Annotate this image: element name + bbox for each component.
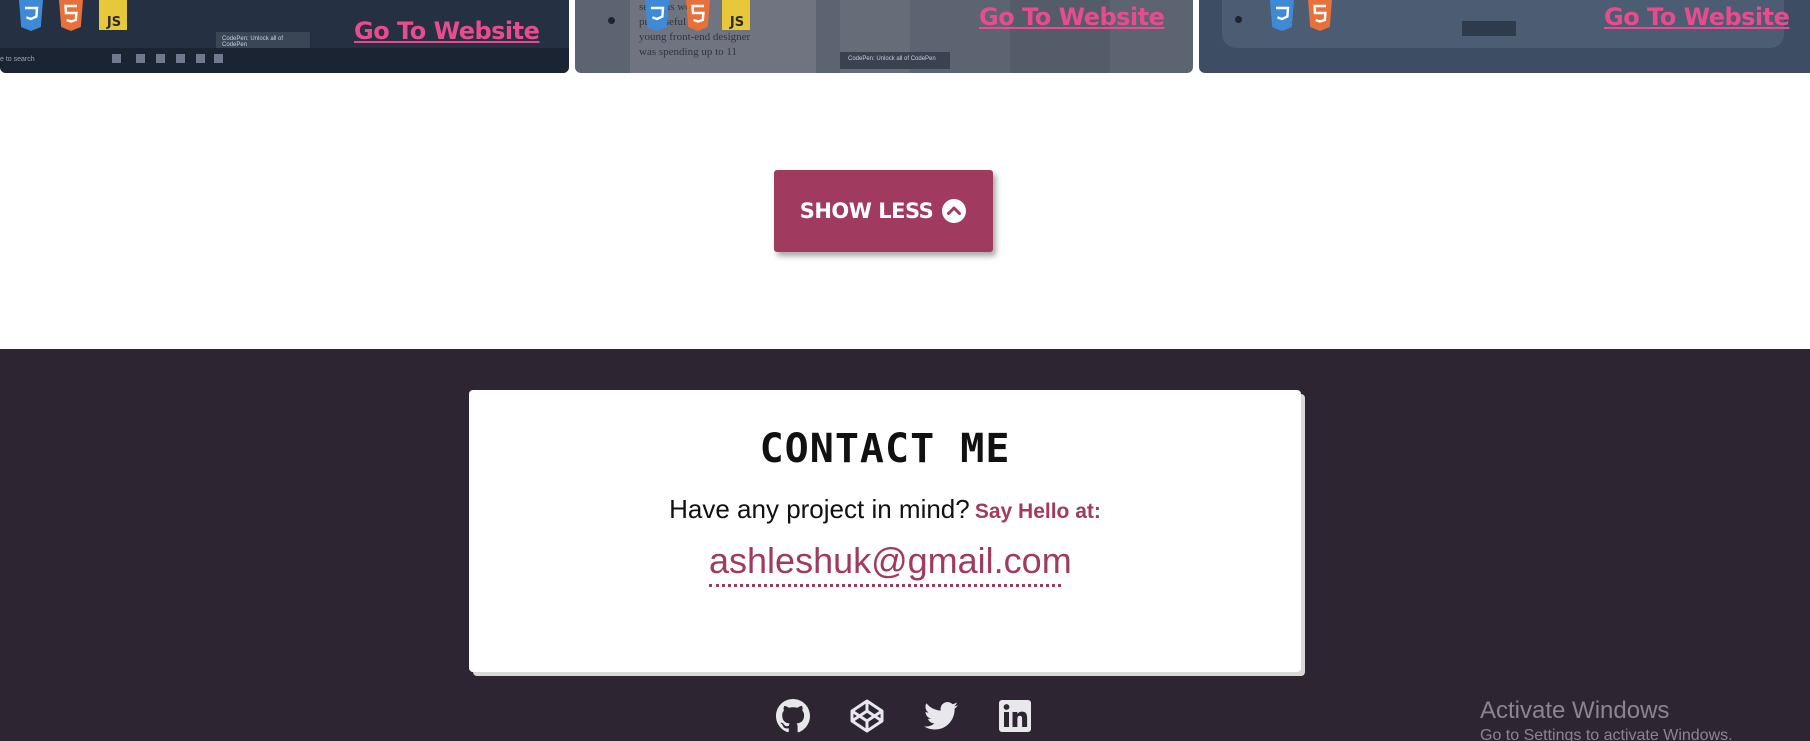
html5-icon: [1306, 0, 1334, 32]
github-icon[interactable]: [775, 698, 811, 734]
project-cards: CodePen: Unlock all of CodePen e to sear…: [0, 0, 1810, 73]
css3-icon: [643, 0, 671, 32]
bullet-dot: [608, 17, 615, 24]
linkedin-icon[interactable]: [997, 698, 1033, 734]
go-to-website-link[interactable]: Go To Website: [979, 3, 1165, 31]
html5-icon: [684, 0, 712, 32]
windows-activation-notice: Activate Windows Go to Settings to activ…: [1480, 697, 1810, 741]
twitter-icon[interactable]: [923, 698, 959, 734]
contact-question: Have any project in mind?: [669, 494, 970, 524]
contact-card: CONTACT ME Have any project in mind? Say…: [469, 390, 1301, 672]
html5-icon: [57, 0, 85, 32]
show-less-label: SHOW LESS: [799, 199, 934, 223]
js-icon: JS: [99, 0, 127, 32]
css3-icon: [1268, 0, 1296, 32]
screenshot-taskbar-icon: [136, 54, 145, 63]
chevron-up-circle-icon: [941, 198, 967, 224]
show-less-button[interactable]: SHOW LESS: [774, 170, 993, 252]
screenshot-taskbar-icon: [112, 54, 121, 63]
go-to-website-link[interactable]: Go To Website: [354, 17, 540, 45]
svg-text:JS: JS: [729, 15, 744, 30]
project-card-2[interactable]: sections would purposeful with young fro…: [575, 0, 1193, 73]
social-links: [775, 698, 1033, 734]
windows-activation-title: Activate Windows: [1480, 697, 1670, 724]
codepen-icon[interactable]: [849, 698, 885, 734]
screenshot-taskbar-icon: [156, 54, 165, 63]
screenshot-mini-button: [1462, 21, 1516, 36]
project-card-3[interactable]: Go To Website: [1199, 0, 1810, 73]
contact-prompt: Have any project in mind? Say Hello at:: [469, 494, 1301, 525]
screenshot-taskbar-icon: [214, 54, 223, 63]
screenshot-taskbar-icon: [196, 54, 205, 63]
go-to-website-link[interactable]: Go To Website: [1604, 3, 1790, 31]
screenshot-taskbar-tab: CodePen: Unlock all of CodePen: [840, 52, 950, 69]
screenshot-search-text: e to search: [0, 56, 35, 63]
js-icon: JS: [722, 0, 750, 32]
bullet-dot: [1235, 16, 1242, 23]
css3-icon: [17, 0, 45, 32]
screenshot-taskbar-tab: CodePen: Unlock all of CodePen: [216, 32, 310, 48]
contact-title: CONTACT ME: [759, 426, 1011, 472]
windows-activation-subtitle: Go to Settings to activate Windows.: [1480, 727, 1733, 741]
project-card-1[interactable]: CodePen: Unlock all of CodePen e to sear…: [0, 0, 569, 73]
svg-text:JS: JS: [106, 15, 121, 30]
contact-hello: Say Hello at:: [974, 500, 1101, 523]
screenshot-taskbar-icon: [176, 54, 185, 63]
email-link[interactable]: ashleshuk@gmail.com: [709, 540, 1072, 587]
